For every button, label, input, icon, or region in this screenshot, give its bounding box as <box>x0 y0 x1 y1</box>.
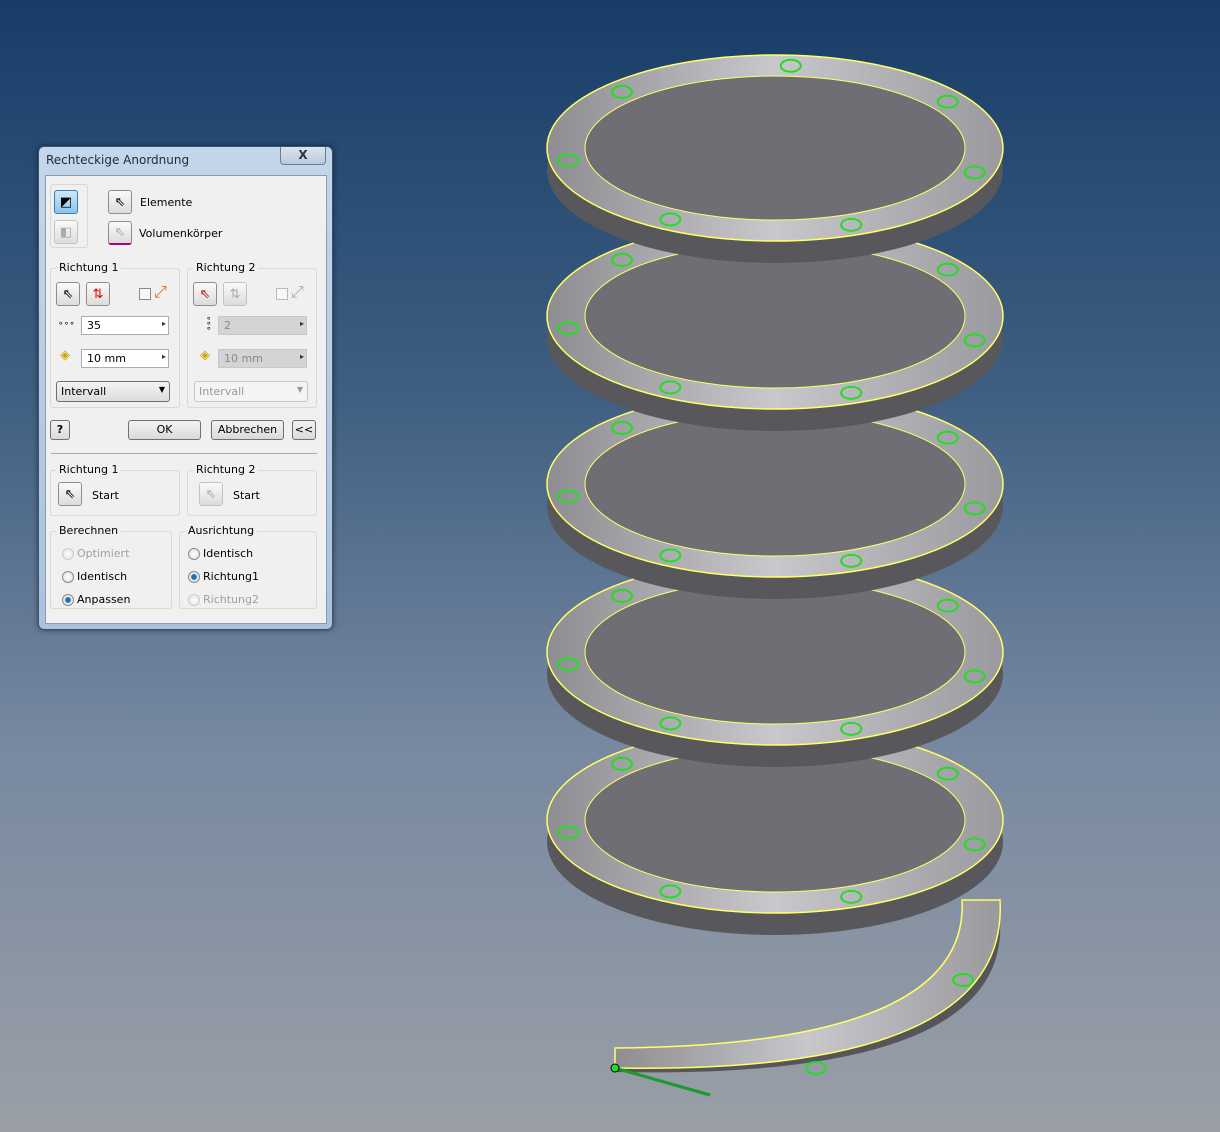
direction2-mode-select[interactable]: Intervall ▼ <box>194 381 308 402</box>
midplane-icon: ⤢ <box>291 282 304 301</box>
direction1-flip-button[interactable]: ⇅ <box>86 282 110 306</box>
spring-coil-inner-edge <box>584 411 966 557</box>
radio-optimiert[interactable]: Optimiert <box>62 547 129 560</box>
dialog-body: ◩ ◧ ⇖ Elemente ⇖ Volumenkörper Richtung … <box>45 175 327 624</box>
cursor-icon: ⇖ <box>64 486 76 502</box>
features-icon: ◩ <box>59 194 73 210</box>
start-point-marker <box>610 1063 620 1073</box>
spring-coil-inner-edge <box>584 75 966 221</box>
spacing-icon: ◈ <box>200 348 210 363</box>
radio-ausrichtung-identisch[interactable]: Identisch <box>188 547 253 560</box>
start1-select-button[interactable]: ⇖ <box>58 482 82 506</box>
flip-icon: ⇅ <box>92 286 104 302</box>
volumen-label: Volumenkörper <box>139 227 223 240</box>
dialog-title: Rechteckige Anordnung <box>46 153 190 167</box>
cursor-icon: ⇖ <box>114 194 126 210</box>
pattern-features-button[interactable]: ◩ <box>54 190 78 214</box>
ok-button[interactable]: OK <box>128 420 201 440</box>
spacing-icon: ◈ <box>60 348 70 363</box>
flip-icon: ⇅ <box>229 286 241 302</box>
direction1-mode-select[interactable]: Intervall ▼ <box>56 381 170 402</box>
collapse-button[interactable]: << <box>292 420 316 440</box>
elemente-label: Elemente <box>140 196 193 209</box>
count-icon: ∘∘∘ <box>206 314 212 334</box>
midplane-icon: ⤢ <box>154 282 167 301</box>
rectangular-pattern-dialog: Rechteckige Anordnung X ◩ ◧ ⇖ Elemente ⇖… <box>38 146 333 630</box>
direction2-midplane-checkbox[interactable] <box>276 288 288 300</box>
direction1-spacing-input[interactable]: 10 mm ▸ <box>81 349 169 368</box>
volumen-select-button[interactable]: ⇖ <box>108 221 132 245</box>
help-button[interactable]: ? <box>50 420 70 440</box>
direction1-count-input[interactable]: 35 ▸ <box>81 316 169 335</box>
spring-coil-inner-edge <box>584 243 966 389</box>
start2-select-button[interactable]: ⇖ <box>199 482 223 506</box>
divider <box>51 453 317 454</box>
direction2-select-button[interactable]: ⇖ <box>193 282 217 306</box>
radio-richtung1[interactable]: Richtung1 <box>188 570 259 583</box>
direction1-midplane-checkbox[interactable] <box>139 288 151 300</box>
start1-label: Richtung 1 <box>56 463 122 476</box>
pattern-marker <box>805 1061 827 1075</box>
direction2-label: Richtung 2 <box>193 261 259 274</box>
close-button[interactable]: X <box>280 147 326 165</box>
pattern-solid-button[interactable]: ◧ <box>54 220 78 244</box>
start2-text: Start <box>233 489 260 502</box>
berechnen-label: Berechnen <box>56 524 122 537</box>
spring-coil-inner-edge <box>584 747 966 893</box>
radio-identisch[interactable]: Identisch <box>62 570 127 583</box>
start1-text: Start <box>92 489 119 502</box>
direction2-spacing-input[interactable]: 10 mm ▸ <box>218 349 307 368</box>
start2-label: Richtung 2 <box>193 463 259 476</box>
radio-anpassen[interactable]: Anpassen <box>62 593 130 606</box>
cancel-button[interactable]: Abbrechen <box>211 420 284 440</box>
count-icon: ∘∘∘ <box>58 319 75 329</box>
solid-icon: ◧ <box>59 224 73 240</box>
cursor-icon: ⇖ <box>114 225 126 240</box>
direction2-count-input[interactable]: 2 ▸ <box>218 316 307 335</box>
direction2-flip-button[interactable]: ⇅ <box>223 282 247 306</box>
elemente-select-button[interactable]: ⇖ <box>108 190 132 214</box>
cursor-icon: ⇖ <box>205 486 217 502</box>
cursor-icon: ⇖ <box>199 286 211 302</box>
spring-coil-inner-edge <box>584 579 966 725</box>
ausrichtung-label: Ausrichtung <box>185 524 258 537</box>
radio-richtung2[interactable]: Richtung2 <box>188 593 259 606</box>
direction1-label: Richtung 1 <box>56 261 122 274</box>
cursor-icon: ⇖ <box>62 286 74 302</box>
direction1-select-button[interactable]: ⇖ <box>56 282 80 306</box>
